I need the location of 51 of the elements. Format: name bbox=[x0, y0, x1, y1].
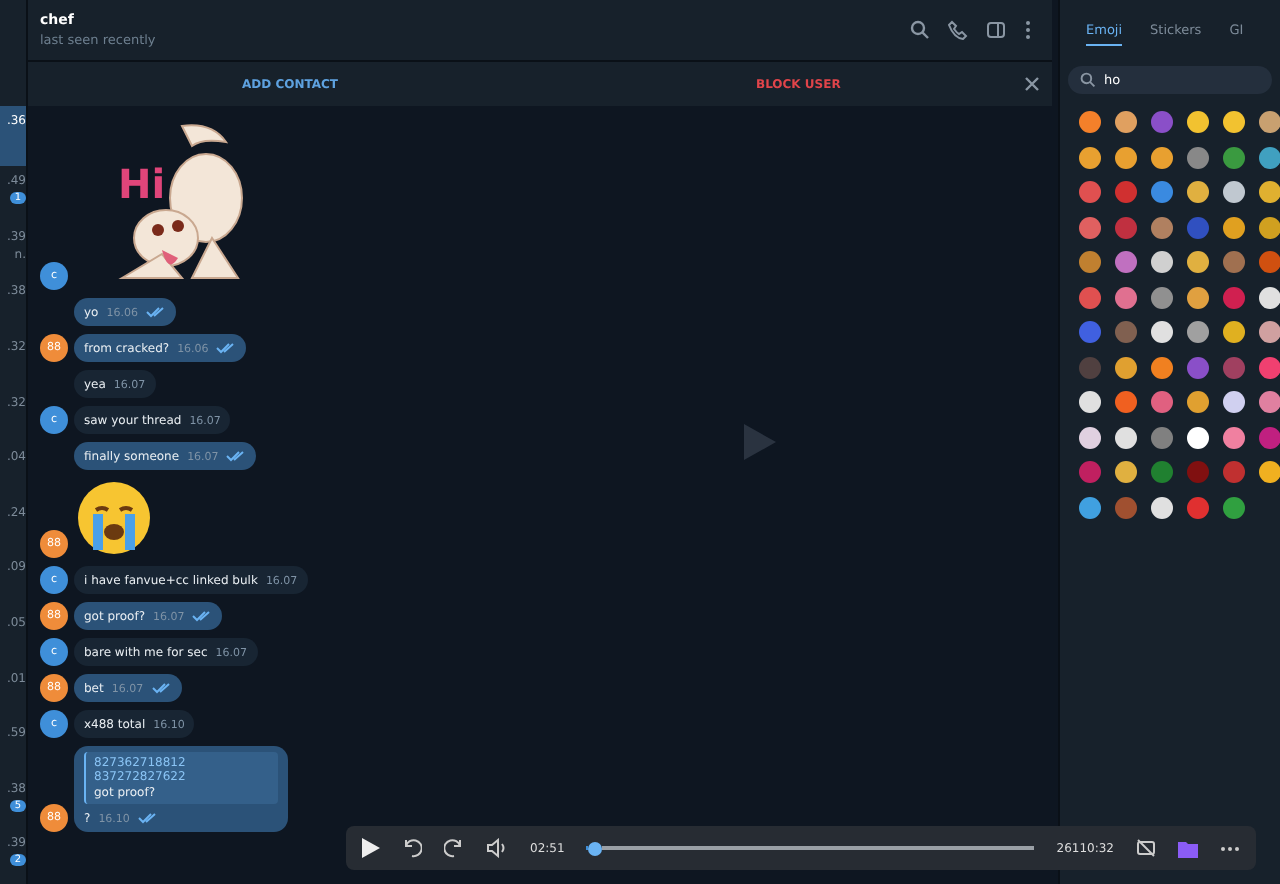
emoji-icon[interactable] bbox=[1186, 250, 1210, 274]
emoji-icon[interactable] bbox=[1258, 320, 1280, 344]
emoji-icon[interactable] bbox=[1114, 110, 1138, 134]
search-icon[interactable] bbox=[910, 20, 930, 40]
volume-icon[interactable] bbox=[486, 838, 508, 858]
sticker-text: Hi bbox=[118, 160, 166, 208]
play-icon[interactable] bbox=[362, 838, 380, 858]
emoji-icon[interactable] bbox=[1186, 180, 1210, 204]
rewind-10-icon[interactable] bbox=[402, 838, 422, 858]
emoji-icon[interactable] bbox=[1078, 110, 1102, 134]
emoji-icon[interactable] bbox=[1186, 390, 1210, 414]
emoji-icon[interactable] bbox=[1258, 390, 1280, 414]
phone-icon[interactable] bbox=[948, 20, 968, 40]
emoji-icon[interactable] bbox=[1078, 425, 1102, 449]
emoji-icon[interactable] bbox=[1186, 110, 1210, 134]
emoji-icon[interactable] bbox=[1078, 495, 1102, 519]
emoji-icon[interactable] bbox=[1258, 215, 1280, 239]
emoji-icon[interactable] bbox=[1258, 285, 1280, 309]
emoji-icon[interactable] bbox=[1186, 285, 1210, 309]
emoji-icon[interactable] bbox=[1150, 320, 1174, 344]
emoji-icon[interactable] bbox=[1258, 110, 1280, 134]
emoji-icon[interactable] bbox=[1222, 320, 1246, 344]
emoji-icon[interactable] bbox=[1150, 145, 1174, 169]
emoji-icon[interactable] bbox=[1258, 460, 1280, 484]
emoji-icon[interactable] bbox=[1258, 180, 1280, 204]
emoji-icon[interactable] bbox=[1222, 180, 1246, 204]
crying-face-icon bbox=[74, 478, 154, 558]
emoji-icon[interactable] bbox=[1078, 390, 1102, 414]
emoji-icon[interactable] bbox=[1222, 390, 1246, 414]
close-icon[interactable] bbox=[1024, 76, 1040, 92]
emoji-icon[interactable] bbox=[1186, 425, 1210, 449]
emoji-icon[interactable] bbox=[1150, 250, 1174, 274]
emoji-icon[interactable] bbox=[1150, 495, 1174, 519]
forward-30-icon[interactable] bbox=[444, 838, 464, 858]
sidebar-toggle-icon[interactable] bbox=[986, 20, 1006, 40]
search-icon bbox=[1080, 72, 1096, 88]
more-icon[interactable] bbox=[1220, 845, 1240, 851]
emoji-icon[interactable] bbox=[1222, 425, 1246, 449]
emoji-icon[interactable] bbox=[1186, 320, 1210, 344]
emoji-icon[interactable] bbox=[1222, 110, 1246, 134]
more-icon[interactable] bbox=[1024, 20, 1032, 40]
emoji-icon[interactable] bbox=[1078, 145, 1102, 169]
emoji-icon[interactable] bbox=[1222, 215, 1246, 239]
emoji-icon[interactable] bbox=[1150, 355, 1174, 379]
emoji-icon[interactable] bbox=[1114, 145, 1138, 169]
emoji-icon[interactable] bbox=[1114, 425, 1138, 449]
folder-icon[interactable] bbox=[1178, 839, 1198, 857]
progress-thumb[interactable] bbox=[588, 841, 603, 855]
emoji-icon[interactable] bbox=[1114, 355, 1138, 379]
emoji-icon[interactable] bbox=[1114, 460, 1138, 484]
pip-off-icon[interactable] bbox=[1136, 838, 1156, 858]
